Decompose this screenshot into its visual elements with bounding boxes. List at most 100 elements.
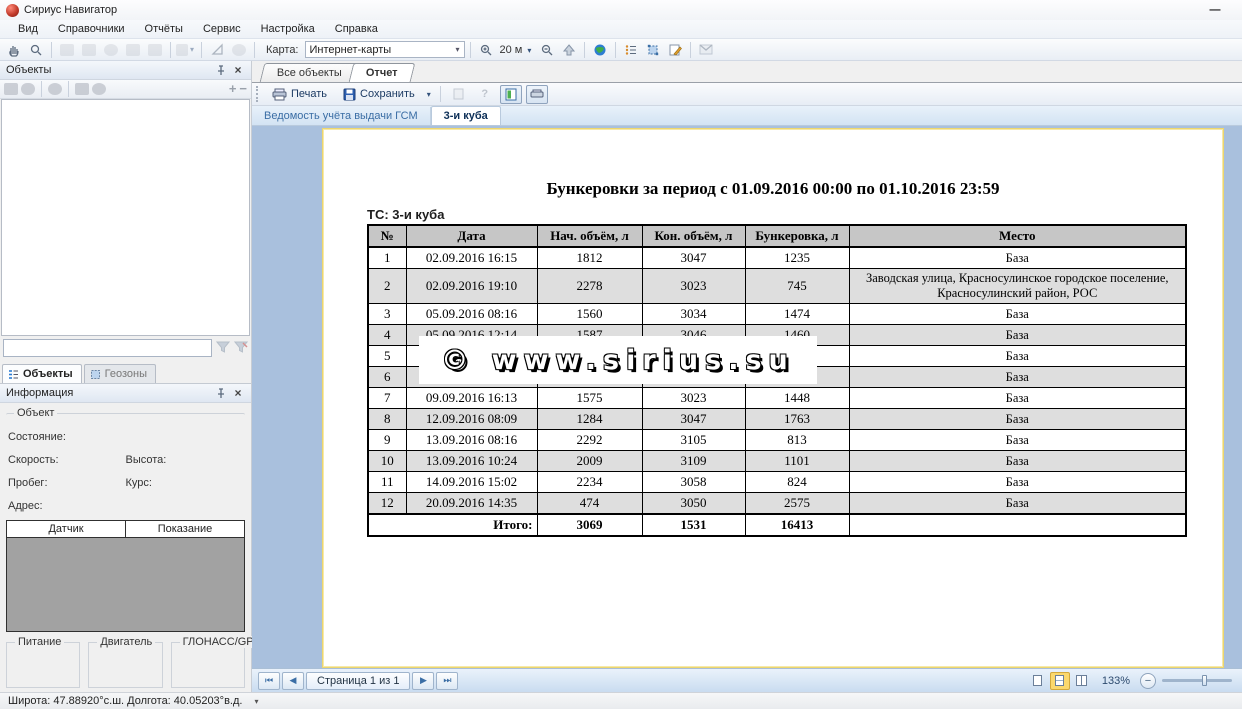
tab-geozones[interactable]: Геозоны <box>84 364 156 383</box>
home-view-icon[interactable] <box>559 41 579 59</box>
table-cell: 13.09.2016 10:24 <box>406 451 537 472</box>
zoom-slider[interactable] <box>1162 679 1232 682</box>
totals-start-volume: 3069 <box>537 514 642 536</box>
zoom-select-icon[interactable] <box>26 41 46 59</box>
sensor-column-header: Датчик <box>7 521 126 537</box>
print-button[interactable]: Печать <box>266 86 333 103</box>
objects-geozones-tabs: Объекты Геозоны <box>0 360 251 384</box>
save-dropdown-arrow[interactable]: ▾ <box>425 90 433 99</box>
pan-hand-icon[interactable] <box>4 41 24 59</box>
course-label: Курс: <box>126 477 244 489</box>
next-page-button[interactable]: ▶ <box>412 672 434 690</box>
show-on-map-icon[interactable] <box>48 83 62 95</box>
status-dropdown-icon[interactable]: ▾ <box>254 697 258 706</box>
menu-reports[interactable]: Отчёты <box>135 21 193 37</box>
object-group-label: Объект <box>14 407 57 419</box>
menu-service[interactable]: Сервис <box>193 21 251 37</box>
tab-fuel-sheet[interactable]: Ведомость учёта выдачи ГСМ <box>252 107 431 125</box>
select-circle-icon[interactable] <box>101 41 121 59</box>
pin-icon[interactable] <box>214 386 228 400</box>
save-button[interactable]: Сохранить <box>337 86 421 103</box>
zoom-out-icon[interactable] <box>537 41 557 59</box>
report-page: Бункеровки за период с 01.09.2016 00:00 … <box>322 128 1224 668</box>
table-cell: 824 <box>745 472 849 493</box>
edit-notes-icon[interactable] <box>665 41 685 59</box>
table-cell: 1 <box>368 247 406 269</box>
help-icon[interactable]: ? <box>474 85 496 104</box>
prev-page-button[interactable]: ◀ <box>282 672 304 690</box>
vehicle-icon[interactable] <box>75 83 89 95</box>
power-label: Питание <box>15 636 64 648</box>
menu-directories[interactable]: Справочники <box>48 21 135 37</box>
single-page-view-button[interactable] <box>1028 672 1048 690</box>
tab-3i-kuba[interactable]: 3-и куба <box>431 106 501 125</box>
globe-small-icon[interactable] <box>92 83 106 95</box>
last-page-button[interactable]: ⏭ <box>436 672 458 690</box>
objects-panel-header: Объекты × <box>0 61 251 80</box>
tab-report[interactable]: Отчет <box>349 63 415 82</box>
col-header-bunkering: Бункеровка, л <box>745 225 849 247</box>
report-viewport[interactable]: Бункеровки за период с 01.09.2016 00:00 … <box>252 126 1242 668</box>
table-cell: 7 <box>368 388 406 409</box>
map-scale-select[interactable]: 20 м ▾ <box>500 44 534 56</box>
close-icon[interactable]: × <box>231 386 245 400</box>
table-cell: 745 <box>745 269 849 304</box>
collapse-all-button[interactable]: − <box>239 84 247 94</box>
tab-all-objects[interactable]: Все объекты <box>260 63 360 82</box>
chevron-down-icon: ▾ <box>455 45 459 54</box>
clear-filter-icon[interactable] <box>234 341 248 356</box>
table-cell: 4 <box>368 325 406 346</box>
globe-icon[interactable] <box>590 41 610 59</box>
layers-icon[interactable]: ▾ <box>176 41 196 59</box>
fit-width-view-button[interactable] <box>1050 672 1070 690</box>
table-row: 305.09.2016 08:16156030341474База <box>368 304 1186 325</box>
flag-icon[interactable] <box>145 41 165 59</box>
report-subject: ТС: 3-и куба <box>367 207 1223 222</box>
track-icon[interactable] <box>229 41 249 59</box>
tab-objects[interactable]: Объекты <box>2 364 82 383</box>
objects-filter-input[interactable] <box>3 339 212 357</box>
toolbar-grip <box>256 86 260 102</box>
menu-help[interactable]: Справка <box>325 21 388 37</box>
zoom-level: 133% <box>1102 675 1130 687</box>
mileage-label: Пробег: <box>8 477 126 489</box>
table-row: 913.09.2016 08:1622923105813База <box>368 430 1186 451</box>
link-icon[interactable] <box>21 83 35 95</box>
objects-list[interactable] <box>1 99 250 336</box>
pin-icon[interactable] <box>214 63 228 77</box>
map-label: Карта: <box>266 44 299 56</box>
zoom-slider-thumb[interactable] <box>1202 675 1207 686</box>
zoom-in-icon[interactable] <box>476 41 496 59</box>
col-header-place: Место <box>849 225 1186 247</box>
first-page-button[interactable]: ⏮ <box>258 672 280 690</box>
select-area-icon[interactable] <box>123 41 143 59</box>
group-objects-icon[interactable] <box>4 83 18 95</box>
table-cell: 3109 <box>642 451 745 472</box>
table-cell: База <box>849 346 1186 367</box>
zoom-out-button[interactable]: − <box>1140 673 1156 689</box>
info-panel-title: Информация <box>6 387 211 399</box>
measure-icon[interactable] <box>207 41 227 59</box>
filter-icon[interactable] <box>216 341 230 356</box>
object-list-icon[interactable] <box>621 41 641 59</box>
geozone-icon[interactable] <box>643 41 663 59</box>
mail-icon[interactable] <box>696 41 716 59</box>
close-icon[interactable]: × <box>231 63 245 77</box>
select-rect-icon[interactable] <box>57 41 77 59</box>
map-select[interactable]: Интернет-карты ▾ <box>305 41 465 58</box>
page-view-icon[interactable] <box>500 85 522 104</box>
report-nav-bar: ⏮ ◀ Страница 1 из 1 ▶ ⏭ 133% − <box>252 668 1242 692</box>
multi-page-view-button[interactable] <box>1072 672 1092 690</box>
table-cell: 1763 <box>745 409 849 430</box>
watermark-text: © www.sirius.su <box>441 345 795 376</box>
expand-all-button[interactable]: + <box>229 84 237 94</box>
minimize-button[interactable]: — <box>1202 4 1228 16</box>
table-cell: 20.09.2016 14:35 <box>406 493 537 515</box>
page-setup-icon[interactable] <box>448 85 470 104</box>
menu-view[interactable]: Вид <box>8 21 48 37</box>
print-layout-icon[interactable] <box>526 85 548 104</box>
menu-settings[interactable]: Настройка <box>251 21 325 37</box>
altitude-label: Высота: <box>126 454 244 466</box>
table-cell: 13.09.2016 08:16 <box>406 430 537 451</box>
select-lasso-icon[interactable] <box>79 41 99 59</box>
